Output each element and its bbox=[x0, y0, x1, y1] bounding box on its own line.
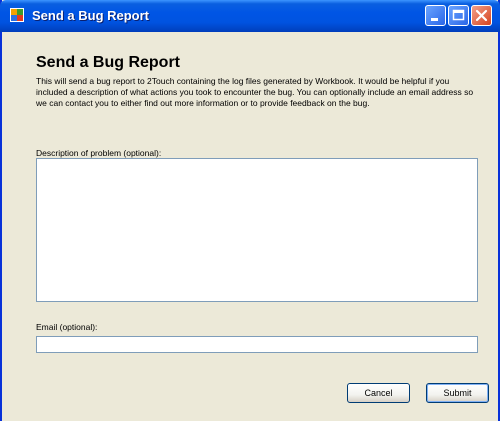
dialog-heading: Send a Bug Report bbox=[36, 54, 181, 71]
dialog-intro-text: This will send a bug report to 2Touch co… bbox=[36, 76, 474, 108]
bug-report-window: Send a Bug Report Send a Bug Report This… bbox=[0, 0, 500, 421]
email-label: Email (optional): bbox=[36, 322, 98, 332]
window-title: Send a Bug Report bbox=[32, 8, 150, 23]
app-window-icon bbox=[10, 8, 24, 22]
title-bar[interactable]: Send a Bug Report bbox=[0, 0, 500, 32]
email-field[interactable] bbox=[36, 336, 478, 353]
description-textarea[interactable] bbox=[36, 158, 478, 302]
maximize-icon bbox=[452, 9, 465, 21]
maximize-button[interactable] bbox=[448, 5, 469, 26]
minimize-icon bbox=[431, 18, 438, 21]
close-icon bbox=[475, 9, 488, 22]
submit-button[interactable]: Submit bbox=[426, 383, 489, 403]
minimize-button[interactable] bbox=[425, 5, 446, 26]
description-label: Description of problem (optional): bbox=[36, 148, 162, 158]
close-button[interactable] bbox=[471, 5, 492, 26]
cancel-button[interactable]: Cancel bbox=[347, 383, 410, 403]
